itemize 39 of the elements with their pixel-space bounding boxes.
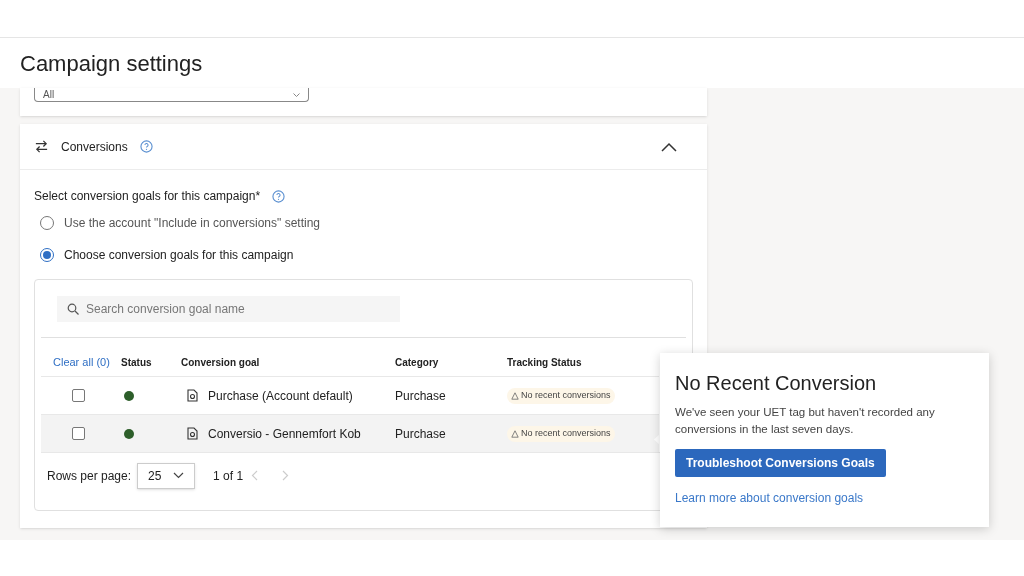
clear-all-link[interactable]: Clear all (0) <box>41 353 121 370</box>
search-icon <box>67 302 79 315</box>
column-header: Status <box>121 356 153 370</box>
checkbox[interactable] <box>72 389 85 402</box>
warning-icon <box>511 391 519 400</box>
column-header: Category <box>395 356 440 370</box>
column-header: Conversion goal <box>181 356 261 370</box>
table-row[interactable]: Conversio - Gennemfort Kob Purchase No recent conversions <box>41 414 659 452</box>
rows-per-page-label: Rows per page: <box>47 467 132 485</box>
chevron-down-icon <box>173 472 185 479</box>
warning-icon <box>511 429 519 438</box>
popover-text: We've seen your UET tag but haven't recorded any conversions in the last seven days. <box>675 405 936 437</box>
document-icon <box>187 389 198 402</box>
document-icon <box>187 427 198 440</box>
help-icon[interactable] <box>272 189 286 203</box>
search-field[interactable]: Search conversion goal name <box>57 295 400 322</box>
rows-per-page-dropdown[interactable]: 25 <box>137 462 196 489</box>
page-indicator: 1 of 1 <box>213 467 244 485</box>
tracking-status-badge[interactable]: No recent conversions <box>507 425 615 442</box>
troubleshoot-button[interactable]: Troubleshoot Conversions Goals <box>675 449 886 477</box>
table-cell: Purchase <box>395 426 446 441</box>
question-label: Select conversion goals for this campaign* <box>34 188 261 205</box>
chevron-down-icon <box>293 92 300 97</box>
table-cell: Purchase <box>395 388 446 403</box>
page-title: Campaign settings <box>20 49 203 78</box>
section-title: Conversions <box>61 138 128 156</box>
popover-title: No Recent Conversion <box>675 371 878 395</box>
collapse-chevron-icon[interactable] <box>661 141 677 152</box>
checkbox[interactable] <box>72 427 85 440</box>
radio-label: Choose conversion goals for this campaign <box>64 247 294 264</box>
radio-label: Use the account "Include in conversions" setting <box>64 215 320 232</box>
learn-more-link[interactable]: Learn more about conversion goals <box>675 491 864 505</box>
swap-arrows-icon <box>34 139 49 154</box>
table-cell-text: Purchase (Account default) <box>208 387 353 405</box>
table-cell-text: Conversio - Gennemfort Kob <box>208 425 361 443</box>
help-icon[interactable] <box>139 140 153 153</box>
tracking-status-badge[interactable]: No recent conversions <box>507 387 615 404</box>
filter-dropdown[interactable]: All <box>34 88 309 102</box>
column-header: Tracking Status <box>507 356 583 370</box>
